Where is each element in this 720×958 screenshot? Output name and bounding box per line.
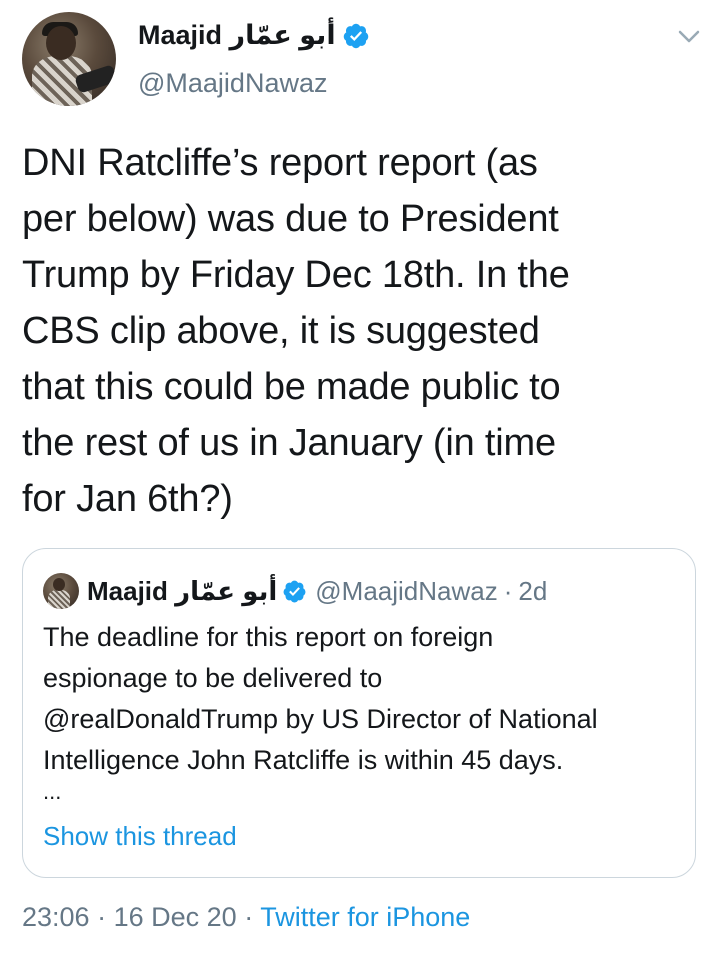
quoted-avatar: [43, 573, 79, 609]
quoted-tweet-card[interactable]: Maajid أبو عمّار @MaajidNawaz · 2d The d…: [22, 548, 696, 878]
tweet-time: 23:06: [22, 902, 90, 932]
quoted-avatar-head: [53, 578, 65, 591]
show-thread-link[interactable]: Show this thread: [43, 821, 237, 852]
chevron-down-icon[interactable]: [676, 26, 702, 46]
quoted-separator: ·: [503, 575, 513, 606]
tweet-source-link[interactable]: Twitter for iPhone: [260, 902, 470, 932]
author-display-name[interactable]: Maajid أبو عمّار: [138, 20, 336, 51]
meta-separator: ·: [244, 902, 254, 932]
quoted-relative-time: 2d: [518, 575, 548, 606]
meta-separator: ·: [97, 902, 107, 932]
avatar[interactable]: [22, 12, 116, 106]
quoted-ellipsis: ...: [43, 779, 62, 804]
quoted-avatar-shirt: [48, 590, 70, 609]
avatar-head: [46, 26, 76, 60]
tweet-text: DNI Ratcliffe’s report report (as per be…: [22, 142, 570, 520]
verified-badge-icon: [283, 580, 306, 602]
quoted-tweet-text: The deadline for this report on foreign …: [43, 622, 598, 775]
quoted-author-handle: @MaajidNawaz: [315, 575, 498, 606]
tweet-date: 16 Dec 20: [113, 902, 237, 932]
quoted-tweet-header: Maajid أبو عمّار @MaajidNawaz · 2d: [43, 573, 547, 609]
quoted-author-name: Maajid أبو عمّار: [87, 575, 278, 606]
author-name-row[interactable]: Maajid أبو عمّار: [138, 20, 370, 51]
verified-badge-icon: [343, 23, 368, 48]
author-handle[interactable]: @MaajidNawaz: [138, 68, 327, 99]
tweet-meta: 23:06 · 16 Dec 20 · Twitter for iPhone: [22, 902, 470, 933]
